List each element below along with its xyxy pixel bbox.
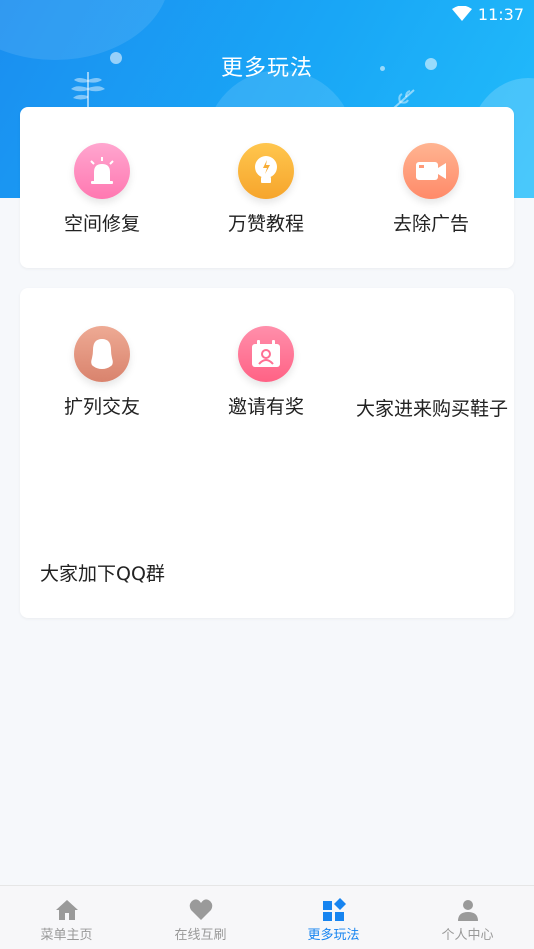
- feature-buy-shoes[interactable]: 大家进来购买鞋子: [356, 394, 508, 421]
- feature-card: 扩列交友 邀请有奖 大家进来购买鞋子 大家加下QQ群: [20, 288, 514, 618]
- calendar-person-icon: [238, 326, 294, 382]
- qq-penguin-icon: [74, 326, 130, 382]
- feature-label: 扩列交友: [63, 396, 140, 418]
- home-icon: [55, 900, 78, 920]
- tab-label: 个人中心: [441, 928, 494, 943]
- feature-label: 邀请有奖: [227, 396, 304, 418]
- feature-label: 空间修复: [63, 213, 140, 235]
- heart-icon: [189, 899, 212, 920]
- feature-remove-ads[interactable]: 去除广告: [349, 143, 513, 236]
- page-title: 更多玩法: [220, 56, 313, 81]
- status-bar: 11:37: [0, 0, 534, 30]
- feature-label: 万赞教程: [227, 213, 304, 235]
- wifi-icon: [452, 6, 472, 21]
- feature-join-qq-group[interactable]: 大家加下QQ群: [40, 559, 165, 586]
- alarm-light-icon: [74, 143, 130, 199]
- grid-icon: [322, 898, 346, 921]
- feature-card: 空间修复 万赞教程 去除广告: [20, 107, 514, 268]
- tab-more-features[interactable]: 更多玩法: [267, 886, 400, 949]
- tab-label: 更多玩法: [307, 928, 360, 943]
- video-camera-icon: [403, 143, 459, 199]
- tab-label: 菜单主页: [40, 928, 93, 943]
- feature-likes-tutorial[interactable]: 万赞教程: [184, 143, 348, 236]
- status-time: 11:37: [477, 5, 524, 24]
- feature-space-repair[interactable]: 空间修复: [20, 143, 184, 236]
- feature-label: 去除广告: [392, 213, 469, 235]
- person-icon: [457, 900, 478, 921]
- feature-make-friends[interactable]: 扩列交友: [20, 326, 184, 419]
- tab-personal-center[interactable]: 个人中心: [401, 886, 534, 949]
- tab-label: 在线互刷: [174, 928, 227, 943]
- lightbulb-icon: [238, 143, 294, 199]
- tab-menu-home[interactable]: 菜单主页: [0, 886, 133, 949]
- tab-online-boost[interactable]: 在线互刷: [134, 886, 267, 949]
- feature-invite-reward[interactable]: 邀请有奖: [184, 326, 348, 419]
- bottom-tab-bar: 菜单主页 在线互刷 更多玩法 个人中心: [0, 885, 534, 949]
